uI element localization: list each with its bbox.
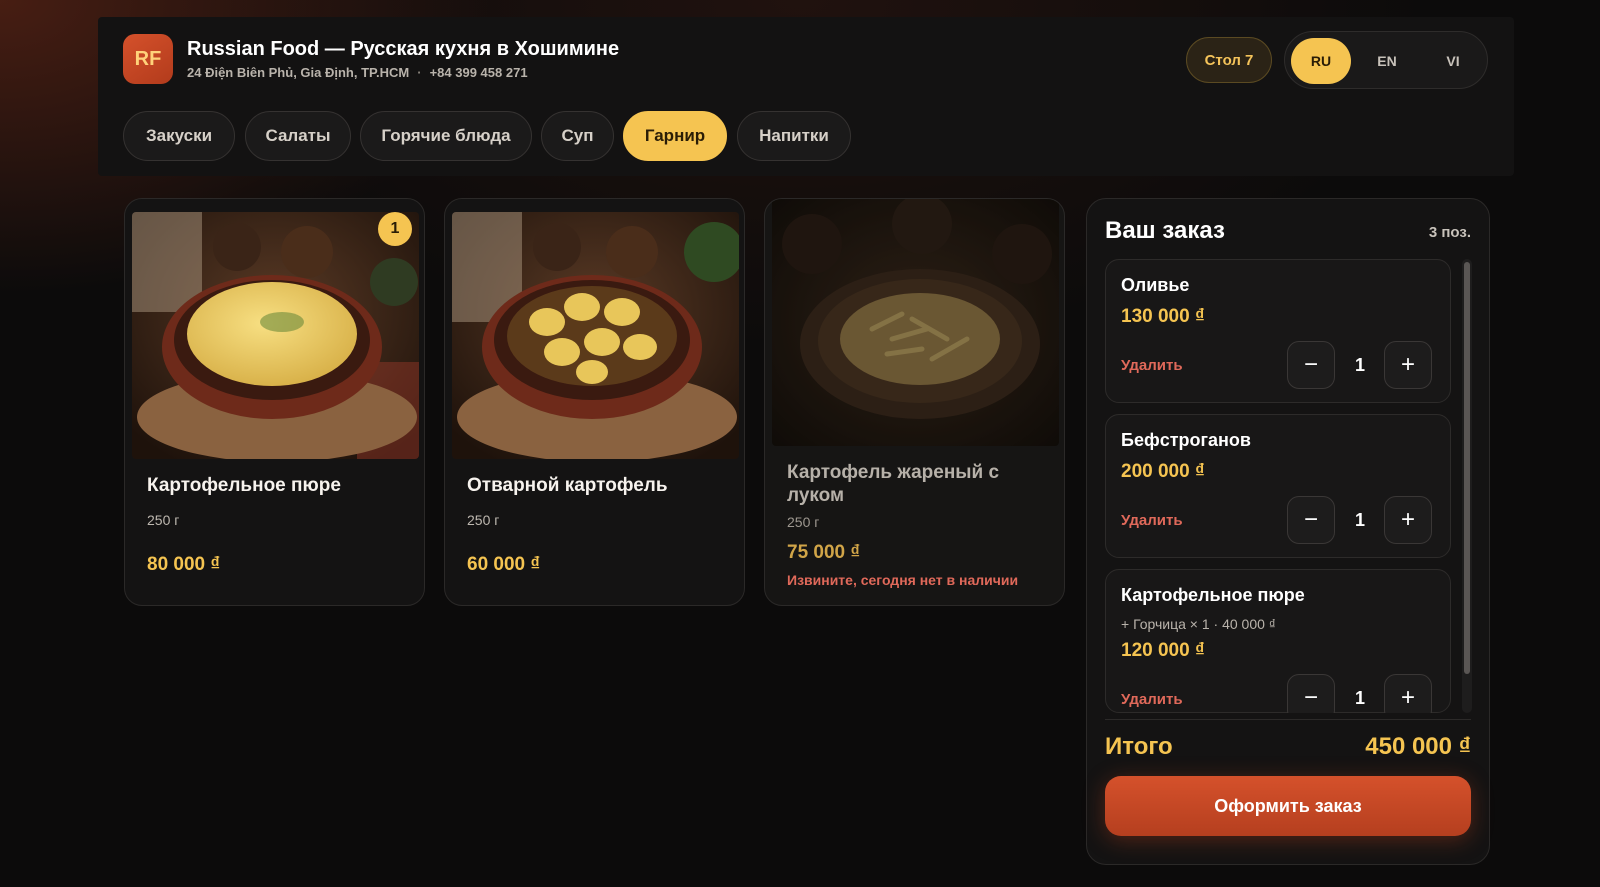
tab-salaty[interactable]: Салаты (245, 111, 351, 161)
dish-weight: 250 г (467, 512, 500, 528)
order-item-name: Оливье (1121, 275, 1190, 295)
item-quantity: 1 (1354, 688, 1365, 708)
dish-weight: 250 г (147, 512, 180, 528)
decrease-qty-button[interactable]: − (1287, 496, 1335, 544)
decrease-qty-button[interactable]: − (1287, 674, 1335, 713)
order-item-price: 200 000 ₫ (1121, 461, 1205, 482)
dish-card-mashed-potatoes[interactable]: 1 Картофельное пюре 250 г 80 000 ₫ (124, 198, 425, 606)
order-item-name: Картофельное пюре (1121, 585, 1305, 605)
divider (1105, 719, 1471, 720)
tab-napitki[interactable]: Напитки (737, 111, 851, 161)
order-scrollbar[interactable] (1462, 259, 1472, 713)
restaurant-title: Russian Food — Русская кухня в Хошимине (187, 38, 620, 60)
tab-garnir[interactable]: Гарнир (623, 111, 727, 161)
order-item-price: 120 000 ₫ (1121, 640, 1205, 661)
restaurant-phone: +84 399 458 271 (429, 65, 528, 80)
restaurant-address: 24 Điện Biên Phủ, Gia Định, TP.HCM (187, 65, 410, 80)
dish-image-mashed-potatoes (132, 212, 419, 459)
restaurant-contacts: 24 Điện Biên Phủ, Gia Định, TP.HCM · +84 3… (187, 65, 528, 80)
dish-weight: 250 г (787, 514, 820, 530)
restaurant-logo: RF (123, 34, 173, 84)
dish-name: Отварной картофель (467, 475, 668, 496)
order-item-price: 130 000 ₫ (1121, 306, 1205, 327)
order-item-modifier: + Горчица × 1 · 40 000 ₫ (1121, 616, 1276, 632)
order-title: Ваш заказ (1105, 217, 1225, 244)
in-cart-count-badge: 1 (378, 212, 412, 246)
dish-name: Картофельное пюре (147, 475, 341, 496)
order-item: Картофельное пюре + Горчица × 1 · 40 000… (1105, 569, 1451, 713)
dish-image-boiled-potatoes (452, 212, 739, 459)
dish-price: 75 000 ₫ (787, 542, 861, 563)
order-item-count: 3 поз. (1428, 224, 1471, 241)
tab-goryachie[interactable]: Горячие блюда (360, 111, 532, 161)
order-list[interactable]: Оливье 130 000 ₫ Удалить − 1 + Бефстрога… (1105, 259, 1451, 713)
remove-item-button[interactable]: Удалить (1121, 512, 1183, 529)
order-item-name: Бефстроганов (1121, 430, 1251, 450)
item-quantity: 1 (1354, 510, 1365, 530)
separator-dot: · (417, 65, 422, 80)
sold-out-message: Извините, сегодня нет в наличии (787, 572, 1019, 588)
lang-ru-button[interactable]: RU (1291, 38, 1351, 84)
order-item: Оливье 130 000 ₫ Удалить − 1 + (1105, 259, 1451, 403)
lang-vi-button[interactable]: VI (1423, 38, 1483, 84)
dish-image-fried-potatoes (772, 199, 1059, 446)
language-switcher: RU EN VI (1284, 31, 1488, 89)
increase-qty-button[interactable]: + (1384, 341, 1432, 389)
dish-card-boiled-potatoes[interactable]: Отварной картофель 250 г 60 000 ₫ (444, 198, 745, 606)
table-badge: Стол 7 (1186, 37, 1272, 83)
dish-price: 60 000 ₫ (467, 554, 541, 575)
decrease-qty-button[interactable]: − (1287, 341, 1335, 389)
increase-qty-button[interactable]: + (1384, 674, 1432, 713)
lang-en-button[interactable]: EN (1357, 38, 1417, 84)
increase-qty-button[interactable]: + (1384, 496, 1432, 544)
order-item: Бефстроганов 200 000 ₫ Удалить − 1 + (1105, 414, 1451, 558)
total-value: 450 000 ₫ (1365, 733, 1471, 760)
checkout-button[interactable]: Оформить заказ (1105, 776, 1471, 836)
dish-card-fried-potatoes: Картофель жареный с луком 250 г 75 000 ₫… (764, 198, 1065, 606)
total-label: Итого (1105, 733, 1173, 760)
tab-sup[interactable]: Суп (541, 111, 614, 161)
dish-price: 80 000 ₫ (147, 554, 221, 575)
scrollbar-thumb[interactable] (1464, 262, 1470, 674)
item-quantity: 1 (1354, 355, 1365, 375)
header: RF Russian Food — Русская кухня в Хошими… (98, 17, 1514, 176)
remove-item-button[interactable]: Удалить (1121, 357, 1183, 374)
remove-item-button[interactable]: Удалить (1121, 691, 1183, 708)
tab-zakuski[interactable]: Закуски (123, 111, 235, 161)
dish-name: Картофель жареный с луком (787, 462, 1000, 506)
order-panel: Ваш заказ 3 поз. Оливье 130 000 ₫ Удалит… (1086, 198, 1490, 865)
